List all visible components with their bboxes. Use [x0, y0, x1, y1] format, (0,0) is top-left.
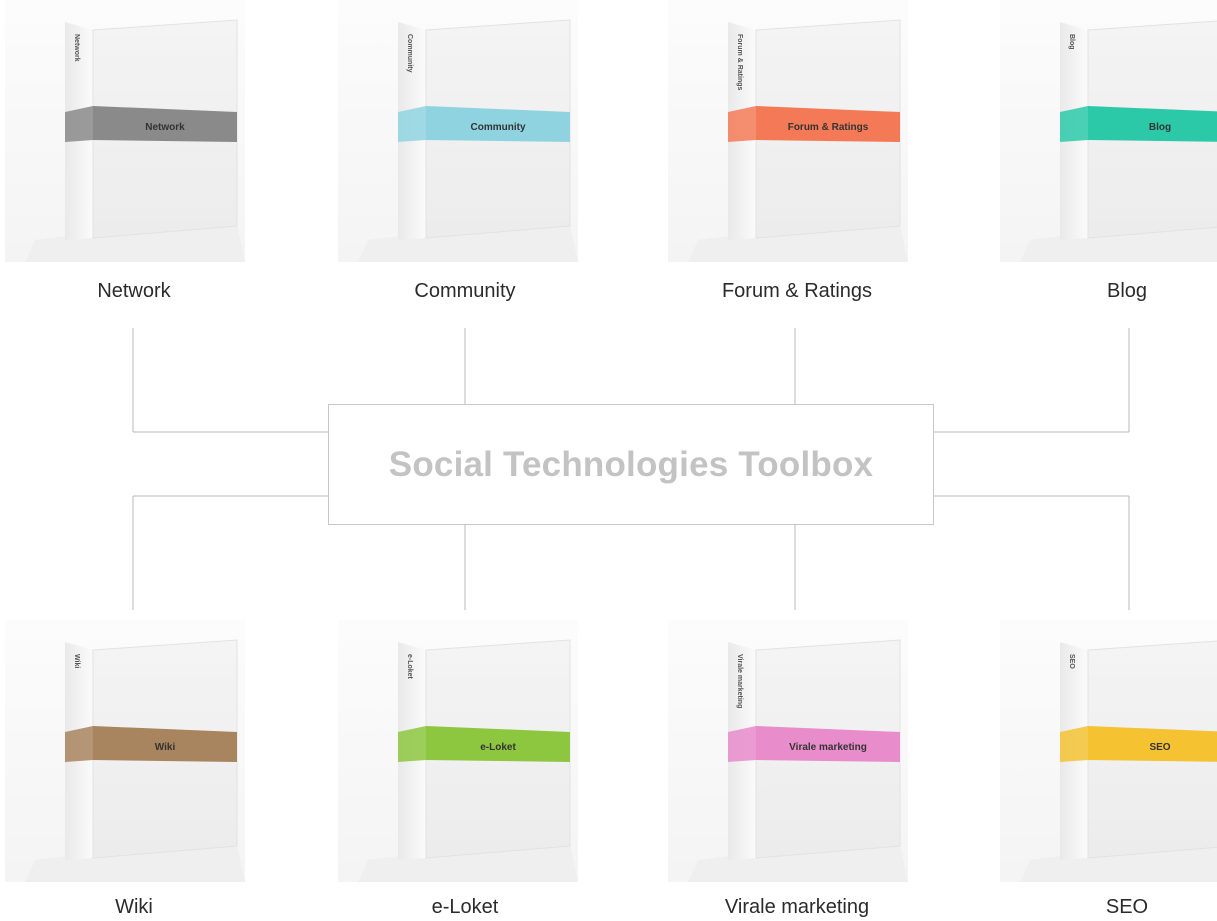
box-band-label: Virale marketing: [789, 742, 867, 753]
box-spine-label: Network: [73, 34, 80, 62]
box-illustration: Virale marketing Virale marketing: [668, 620, 908, 882]
box-band-spine: [1060, 106, 1088, 142]
box-spine-label: SEO: [1068, 654, 1075, 669]
product-box-eloket: e-Loket e-Loket: [338, 620, 578, 882]
caption-wiki: Wiki: [115, 896, 153, 918]
caption-forum-ratings: Forum & Ratings: [721, 280, 873, 302]
box-band-spine: [65, 726, 93, 762]
product-box-seo: SEO SEO: [1000, 620, 1217, 882]
box-spine-label: Community: [406, 34, 413, 73]
box-band-spine: [728, 106, 756, 142]
product-box-virale-marketing: Virale marketing Virale marketing: [668, 620, 908, 882]
box-illustration: Forum & Ratings Forum & Ratings: [668, 0, 908, 262]
toolbox-diagram: Social Technologies Toolbox Network Netwo…: [0, 0, 1217, 921]
caption-seo: SEO: [1105, 896, 1149, 918]
caption-virale-marketing: Virale marketing: [724, 896, 870, 918]
box-band-label: e-Loket: [480, 742, 516, 753]
box-illustration: Blog Blog: [1000, 0, 1217, 262]
box-spine-label: Virale marketing: [736, 654, 743, 708]
caption-eloket: e-Loket: [431, 896, 499, 918]
box-band-label: Network: [145, 122, 185, 133]
box-illustration: Network Network: [5, 0, 245, 262]
product-box-forum-ratings: Forum & Ratings Forum & Ratings: [668, 0, 908, 262]
box-spine-label: Blog: [1068, 34, 1075, 50]
box-spine-label: Forum & Ratings: [736, 34, 743, 90]
caption-blog: Blog: [1106, 280, 1148, 302]
product-box-blog: Blog Blog: [1000, 0, 1217, 262]
box-band-label: SEO: [1149, 742, 1170, 753]
caption-network: Network: [97, 280, 171, 302]
box-illustration: SEO SEO: [1000, 620, 1217, 882]
box-band-spine: [65, 106, 93, 142]
box-band-spine: [1060, 726, 1088, 762]
product-box-community: Community Community: [338, 0, 578, 262]
caption-community: Community: [414, 280, 516, 302]
box-spine-label: Wiki: [73, 654, 80, 668]
box-illustration: Wiki Wiki: [5, 620, 245, 882]
center-box: Social Technologies Toolbox: [328, 404, 934, 525]
product-box-wiki: Wiki Wiki: [5, 620, 245, 882]
box-band-label: Blog: [1149, 122, 1171, 133]
box-illustration: e-Loket e-Loket: [338, 620, 578, 882]
box-band-label: Forum & Ratings: [788, 122, 869, 133]
box-band-label: Wiki: [155, 742, 176, 753]
box-illustration: Community Community: [338, 0, 578, 262]
box-band-spine: [398, 726, 426, 762]
product-box-network: Network Network: [5, 0, 245, 262]
diagram-title: Social Technologies Toolbox: [388, 444, 874, 484]
box-spine-label: e-Loket: [406, 654, 413, 680]
box-band-label: Community: [471, 122, 526, 133]
box-band-spine: [728, 726, 756, 762]
box-band-spine: [398, 106, 426, 142]
